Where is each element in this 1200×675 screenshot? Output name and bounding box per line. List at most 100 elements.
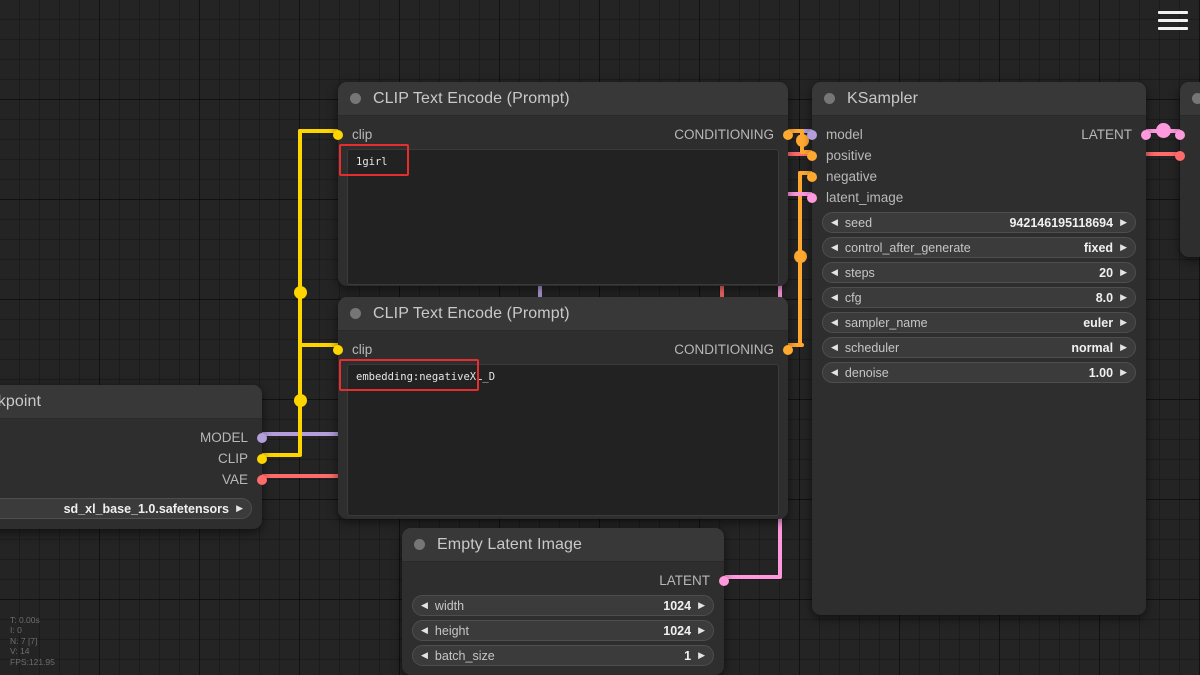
node-empty-latent-titlebar[interactable]: Empty Latent Image	[402, 528, 724, 562]
widget-left-arrow-icon[interactable]: ◀	[421, 601, 428, 610]
input-slot-vae[interactable]	[1175, 145, 1200, 166]
widget-right-arrow-icon[interactable]: ▶	[236, 504, 243, 513]
widget-left-arrow-icon[interactable]: ◀	[831, 293, 838, 302]
collapse-dot-icon[interactable]	[414, 539, 425, 550]
prompt-textarea-negative[interactable]: embedding:negativeXL_D	[347, 364, 779, 516]
node-clip-text-encode-positive[interactable]: CLIP Text Encode (Prompt) clip CONDITION…	[333, 82, 793, 286]
widget-scheduler[interactable]: ◀ scheduler normal ▶	[822, 337, 1136, 358]
widget-left-arrow-icon[interactable]: ◀	[421, 626, 428, 635]
input-slot-vae-dot[interactable]	[1175, 150, 1185, 161]
input-slot-clip-dot[interactable]	[333, 129, 343, 140]
collapse-dot-icon[interactable]	[350, 308, 361, 319]
collapse-dot-icon[interactable]	[1192, 93, 1200, 104]
output-slot-model[interactable]: MODEL	[0, 427, 267, 448]
widget-height[interactable]: ◀ height 1024 ▶	[412, 620, 714, 641]
output-slot-model-dot[interactable]	[257, 432, 267, 443]
widget-right-arrow-icon[interactable]: ▶	[1120, 343, 1127, 352]
input-slot-model-label: model	[826, 127, 863, 142]
input-slot-clip[interactable]: clip	[333, 124, 373, 145]
collapse-dot-icon[interactable]	[824, 93, 835, 104]
widget-right-arrow-icon[interactable]: ▶	[698, 626, 705, 635]
output-slot-latent-dot[interactable]	[719, 575, 729, 586]
widget-right-arrow-icon[interactable]: ▶	[1120, 243, 1127, 252]
widget-steps-label: steps	[844, 265, 875, 280]
widget-right-arrow-icon[interactable]: ▶	[1120, 218, 1127, 227]
output-slot-latent-label: LATENT	[1081, 127, 1132, 142]
output-slot-latent-dot[interactable]	[1141, 129, 1151, 140]
input-slot-samples-dot[interactable]	[1175, 129, 1185, 140]
prompt-textarea-positive[interactable]: 1girl	[347, 149, 779, 285]
widget-seed[interactable]: ◀ seed 942146195118694 ▶	[822, 212, 1136, 233]
input-slot-negative-dot[interactable]	[807, 171, 817, 182]
input-slot-negative[interactable]: negative	[807, 166, 1146, 187]
widget-left-arrow-icon[interactable]: ◀	[831, 343, 838, 352]
node-vae-decode-partial[interactable]	[1175, 82, 1200, 257]
node-clip-neg-titlebar[interactable]: CLIP Text Encode (Prompt)	[338, 297, 788, 331]
node-checkpoint[interactable]: Checkpoint MODEL CLIP VAE ◀ name sd_xl_b…	[0, 385, 267, 529]
widget-left-arrow-icon[interactable]: ◀	[831, 218, 838, 227]
node-empty-latent-image[interactable]: Empty Latent Image LATENT ◀ width 1024 ▶…	[402, 528, 729, 675]
widget-steps[interactable]: ◀ steps 20 ▶	[822, 262, 1136, 283]
prompt-text-positive: 1girl	[356, 156, 388, 168]
output-slot-vae-dot[interactable]	[257, 474, 267, 485]
stat-iterations: I: 0	[10, 625, 22, 636]
menu-bar-3	[1158, 26, 1188, 30]
widget-sampler-name-value: euler	[1083, 315, 1114, 330]
stat-nodes: N: 7 [7]	[10, 635, 38, 646]
widget-left-arrow-icon[interactable]: ◀	[831, 268, 838, 277]
output-slot-conditioning-dot[interactable]	[783, 344, 793, 355]
widget-width[interactable]: ◀ width 1024 ▶	[412, 595, 714, 616]
hamburger-menu-icon[interactable]	[1156, 6, 1190, 34]
link-clip-dot-1	[294, 286, 307, 299]
output-slot-clip-dot[interactable]	[257, 453, 267, 464]
widget-cfg-label: cfg	[844, 290, 862, 305]
node-checkpoint-titlebar[interactable]: Checkpoint	[0, 385, 262, 419]
input-slot-clip-label: clip	[352, 127, 373, 142]
output-slot-vae[interactable]: VAE	[0, 469, 267, 490]
graph-canvas[interactable]: Checkpoint MODEL CLIP VAE ◀ name sd_xl_b…	[0, 0, 1200, 675]
stat-fps: FPS:121.95	[10, 656, 55, 667]
node-vae-decode-titlebar[interactable]	[1180, 82, 1200, 116]
input-slot-latent-image[interactable]: latent_image	[807, 187, 1146, 208]
input-slot-model-dot[interactable]	[807, 129, 817, 140]
widget-left-arrow-icon[interactable]: ◀	[421, 651, 428, 660]
node-ksampler-title: KSampler	[847, 89, 919, 107]
widget-right-arrow-icon[interactable]: ▶	[1120, 318, 1127, 327]
output-slot-latent[interactable]: LATENT	[402, 570, 729, 591]
node-ksampler-titlebar[interactable]: KSampler	[812, 82, 1146, 116]
widget-ckpt-name[interactable]: ◀ name sd_xl_base_1.0.safetensors ▶	[0, 498, 252, 519]
widget-left-arrow-icon[interactable]: ◀	[831, 243, 838, 252]
widget-cfg[interactable]: ◀ cfg 8.0 ▶	[822, 287, 1136, 308]
input-slot-samples[interactable]	[1175, 124, 1200, 145]
widget-right-arrow-icon[interactable]: ▶	[1120, 368, 1127, 377]
output-slot-clip[interactable]: CLIP	[0, 448, 267, 469]
widget-right-arrow-icon[interactable]: ▶	[698, 601, 705, 610]
input-slot-positive-dot[interactable]	[807, 150, 817, 161]
widget-control-after-generate[interactable]: ◀ control_after_generate fixed ▶	[822, 237, 1136, 258]
widget-height-value: 1024	[663, 623, 692, 638]
widget-left-arrow-icon[interactable]: ◀	[831, 318, 838, 327]
widget-denoise-value: 1.00	[1088, 365, 1114, 380]
widget-denoise[interactable]: ◀ denoise 1.00 ▶	[822, 362, 1136, 383]
input-slot-model[interactable]: model	[807, 124, 863, 145]
widget-left-arrow-icon[interactable]: ◀	[831, 368, 838, 377]
widget-right-arrow-icon[interactable]: ▶	[1120, 293, 1127, 302]
node-clip-text-encode-negative[interactable]: CLIP Text Encode (Prompt) clip CONDITION…	[333, 297, 793, 519]
widget-right-arrow-icon[interactable]: ▶	[698, 651, 705, 660]
input-slot-latent-image-dot[interactable]	[807, 192, 817, 203]
output-slot-latent[interactable]: LATENT	[1081, 124, 1151, 145]
widget-seed-value: 942146195118694	[1009, 215, 1114, 230]
node-ksampler[interactable]: KSampler model LATENT positive negative	[807, 82, 1151, 615]
collapse-dot-icon[interactable]	[350, 93, 361, 104]
node-clip-pos-titlebar[interactable]: CLIP Text Encode (Prompt)	[338, 82, 788, 116]
output-slot-conditioning[interactable]: CONDITIONING	[674, 339, 793, 360]
input-slot-clip-dot[interactable]	[333, 344, 343, 355]
output-slot-conditioning-dot[interactable]	[783, 129, 793, 140]
input-slot-clip[interactable]: clip	[333, 339, 372, 360]
widget-right-arrow-icon[interactable]: ▶	[1120, 268, 1127, 277]
widget-batch-size-value: 1	[684, 648, 692, 663]
output-slot-conditioning[interactable]: CONDITIONING	[674, 124, 793, 145]
widget-sampler-name[interactable]: ◀ sampler_name euler ▶	[822, 312, 1136, 333]
widget-batch-size[interactable]: ◀ batch_size 1 ▶	[412, 645, 714, 666]
input-slot-positive[interactable]: positive	[807, 145, 1146, 166]
